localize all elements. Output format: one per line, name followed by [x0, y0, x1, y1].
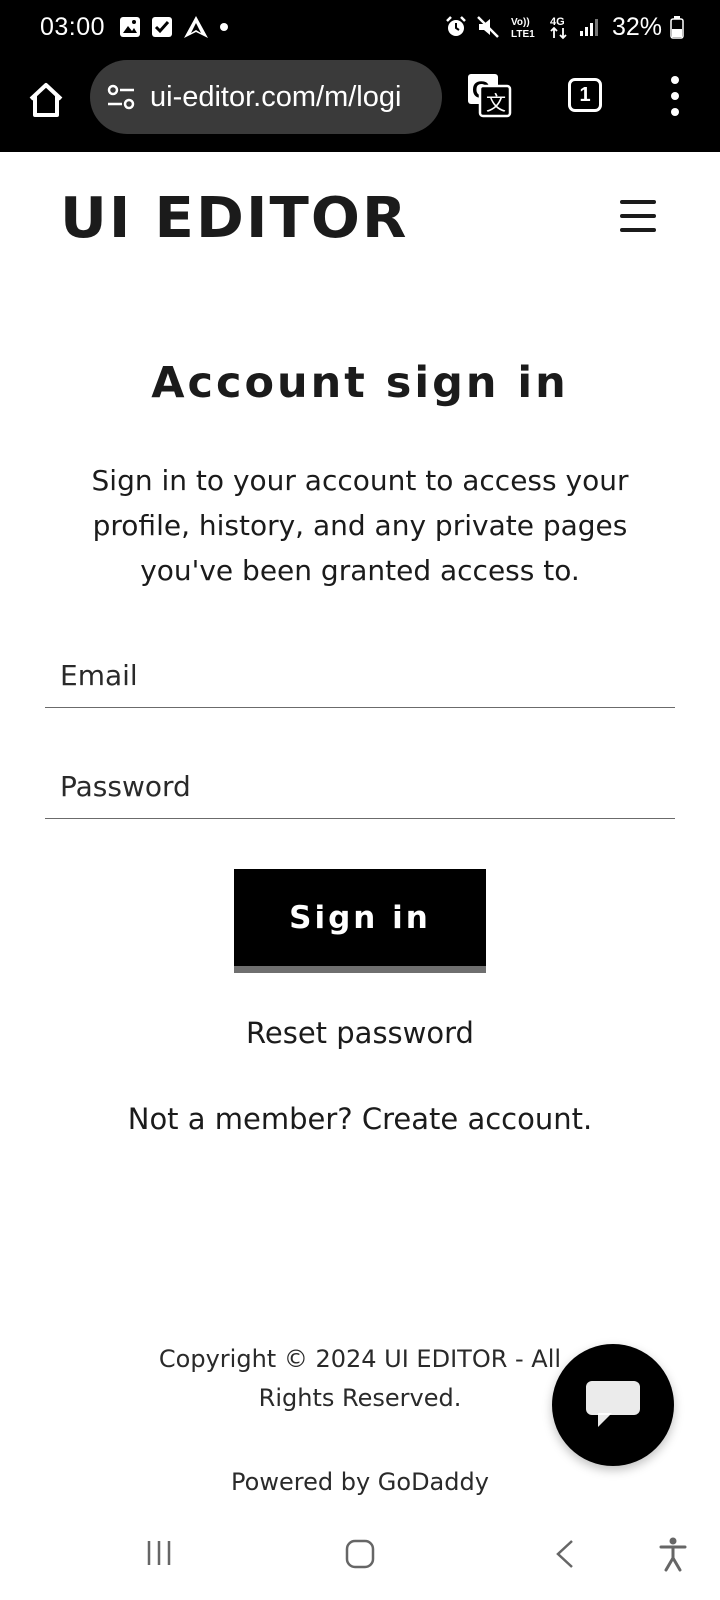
site-logo[interactable]: UI EDITOR: [60, 186, 408, 251]
email-input[interactable]: [45, 644, 675, 707]
create-account-link[interactable]: Create account.: [362, 1102, 592, 1136]
status-time: 03:00: [40, 12, 106, 41]
not-a-member-text: Not a member?: [127, 1102, 353, 1136]
system-status-icons: Vo)) LTE1 4G 32%: [444, 13, 684, 42]
back-icon[interactable]: [552, 1538, 578, 1570]
translate-icon[interactable]: G 文: [466, 72, 512, 118]
signin-description: Sign in to your account to access your p…: [91, 464, 629, 587]
reset-password-link[interactable]: Reset password: [0, 1016, 720, 1050]
svg-text:4G: 4G: [550, 16, 565, 28]
svg-text:文: 文: [486, 91, 506, 115]
notification-icons: [119, 15, 229, 39]
browser-home-button[interactable]: [22, 76, 70, 124]
powered-by-line: Powered by GoDaddy: [0, 1468, 720, 1496]
chat-bubble-icon: [586, 1381, 640, 1427]
signal-icon: [579, 19, 598, 36]
svg-text:LTE1: LTE1: [511, 29, 535, 40]
alarm-icon: [446, 16, 466, 36]
dot-icon: [220, 23, 229, 31]
password-input[interactable]: [45, 755, 675, 818]
volte-lte-icon: Vo)) LTE1: [511, 17, 535, 40]
mute-icon: [477, 16, 499, 38]
recents-icon[interactable]: [144, 1538, 174, 1568]
create-account-line: Not a member? Create account.: [0, 1102, 720, 1136]
nav-home-icon[interactable]: [344, 1538, 376, 1570]
android-nav-bar: [0, 1516, 720, 1600]
arrow-app-notification-icon: [184, 16, 209, 38]
svg-text:Vo)): Vo)): [511, 17, 530, 28]
page-title: Account sign in: [151, 358, 569, 408]
url-text[interactable]: ui-editor.com/m/logi: [150, 81, 401, 114]
more-vert-icon[interactable]: [662, 76, 688, 116]
password-field[interactable]: [45, 755, 675, 819]
godaddy-link[interactable]: GoDaddy: [378, 1468, 489, 1496]
address-bar[interactable]: ui-editor.com/m/logi: [90, 60, 442, 134]
battery-percent: 32%: [611, 12, 662, 41]
powered-by-text: Powered by: [231, 1468, 371, 1496]
tab-switcher-button[interactable]: 1: [568, 78, 602, 112]
home-icon: [29, 83, 63, 117]
tune-icon[interactable]: [106, 82, 136, 112]
hamburger-menu-icon[interactable]: [620, 200, 656, 232]
sign-in-button[interactable]: Sign in: [234, 869, 486, 973]
copyright-text: Copyright © 2024 UI EDITOR - All Rights …: [158, 1345, 562, 1412]
4g-data-icon: 4G: [550, 16, 567, 40]
accessibility-icon[interactable]: [658, 1536, 688, 1572]
status-bar: 03:00 Vo)) LTE1 4G 32%: [0, 0, 720, 54]
browser-toolbar: ui-editor.com/m/logi G 文 1: [0, 54, 720, 152]
gallery-notification-icon: [120, 17, 141, 37]
email-field[interactable]: [45, 644, 675, 708]
battery-icon: [670, 16, 684, 39]
chat-button[interactable]: [552, 1344, 674, 1466]
checkbox-notification-icon: [152, 17, 173, 37]
